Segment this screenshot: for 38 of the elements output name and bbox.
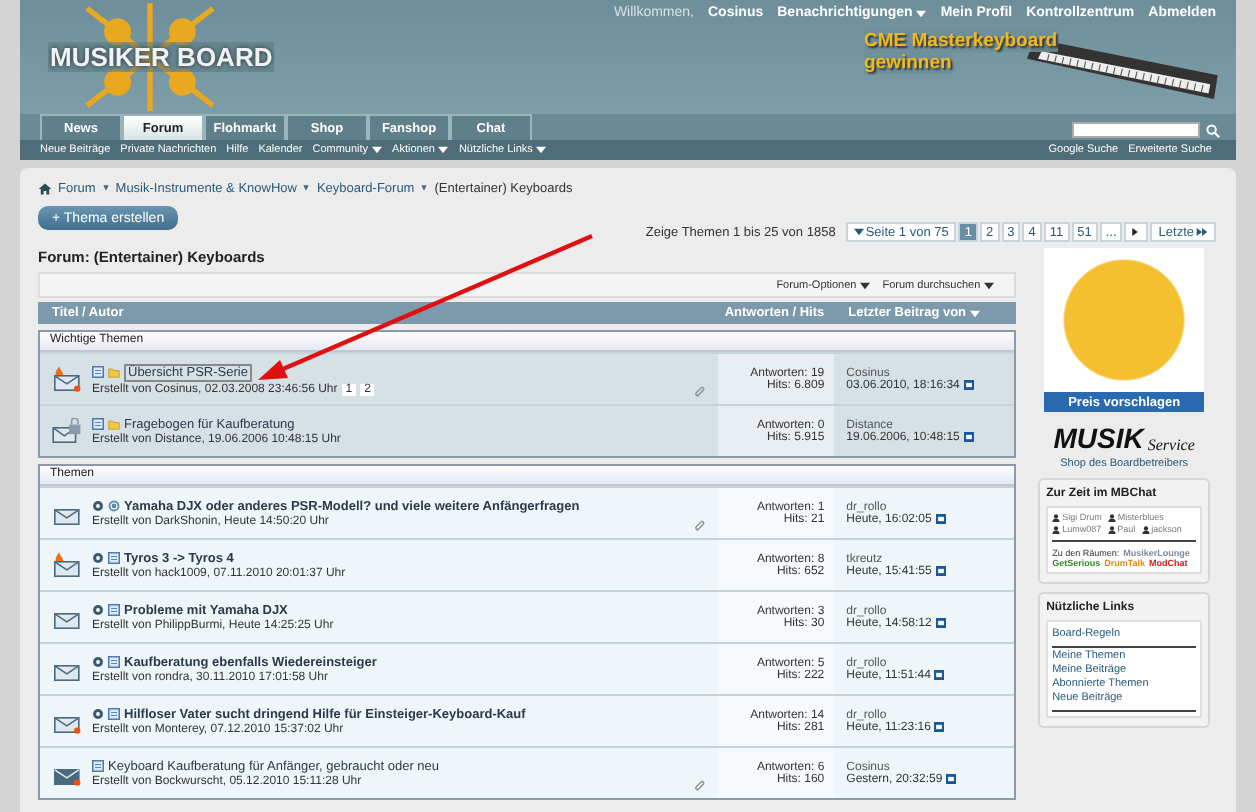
user-icon [1052, 513, 1061, 521]
caret-icon [916, 9, 927, 17]
caret-icon [984, 281, 995, 289]
thread-tools-icon[interactable] [92, 552, 104, 564]
logo-text[interactable]: MUSIKER BOARD [48, 42, 275, 72]
thread-tools-icon[interactable] [92, 500, 104, 512]
go-to-post-icon[interactable] [934, 722, 945, 732]
caret-icon [438, 146, 449, 154]
go-to-post-icon[interactable] [934, 670, 945, 680]
caret-icon [860, 281, 871, 289]
user-icon [1107, 525, 1116, 533]
caret-icon [372, 146, 383, 154]
caret-icon [853, 228, 864, 236]
go-to-post-icon[interactable] [946, 774, 957, 784]
breadcrumb-arrow-icon [302, 184, 311, 192]
logo-text[interactable]: MUSIK [1053, 422, 1144, 454]
breadcrumb-arrow-icon [101, 184, 110, 192]
user-icon [1052, 525, 1061, 533]
double-arrow-icon [1196, 228, 1208, 236]
next-arrow-icon [1130, 228, 1141, 236]
logo-text[interactable]: Service [1147, 436, 1195, 454]
search-field[interactable] [1072, 122, 1200, 138]
go-to-post-icon[interactable] [963, 380, 974, 390]
thread-tools-icon[interactable] [92, 656, 104, 668]
caret-icon [536, 146, 547, 154]
thread-tools-icon[interactable] [92, 604, 104, 616]
caret-icon [970, 309, 981, 317]
search-icon[interactable] [1206, 123, 1220, 137]
next-page-button[interactable] [1124, 222, 1149, 242]
breadcrumb-arrow-icon [420, 184, 429, 192]
home-icon[interactable] [38, 181, 52, 195]
go-to-post-icon[interactable] [935, 514, 946, 524]
user-icon [1107, 513, 1116, 521]
thread-tools-icon[interactable] [92, 708, 104, 720]
user-icon [1141, 525, 1150, 533]
go-to-post-icon[interactable] [935, 566, 946, 576]
go-to-post-icon[interactable] [963, 432, 974, 442]
go-to-post-icon[interactable] [935, 618, 946, 628]
